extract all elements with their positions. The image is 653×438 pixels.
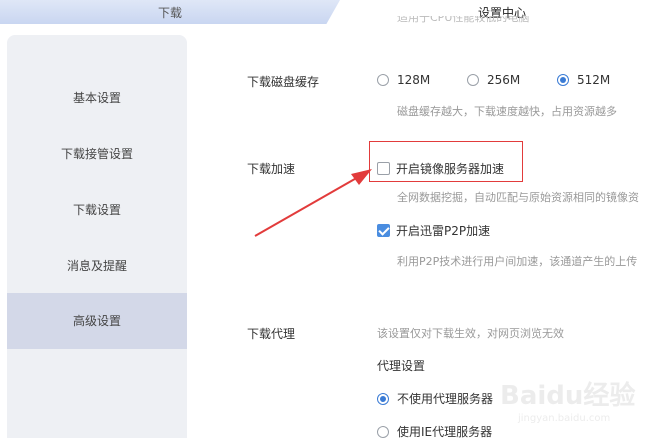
- baidu-watermark: Baidu经验 jingyan.baidu.com: [500, 381, 636, 424]
- proxy-label: 下载代理: [247, 327, 296, 341]
- radio-ie-proxy[interactable]: 使用IE代理服务器: [377, 423, 492, 438]
- radio-no-proxy[interactable]: 不使用代理服务器: [377, 390, 493, 407]
- proxy-subtitle: 代理设置: [377, 359, 426, 373]
- radio-selected-icon: [377, 393, 389, 405]
- proxy-hint: 该设置仅对下载生效，对网页浏览无效: [377, 327, 564, 340]
- annotation-arrow-icon: [254, 169, 372, 237]
- radio-icon: [377, 426, 389, 438]
